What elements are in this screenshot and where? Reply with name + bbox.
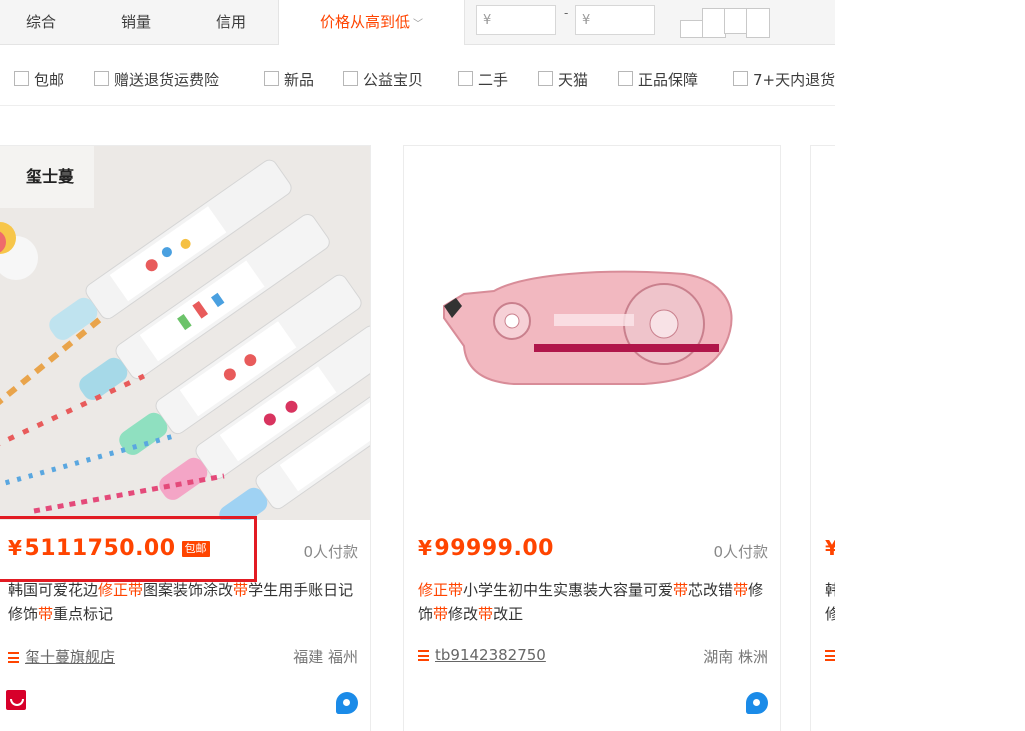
checkbox-icon[interactable] — [94, 71, 109, 86]
checkbox-icon[interactable] — [264, 71, 279, 86]
product-price: ¥99999.00 — [418, 536, 554, 561]
filter-label: 天猫 — [558, 71, 589, 89]
title-text: 韩 — [825, 581, 835, 599]
filter-free-shipping[interactable]: 包邮 — [14, 69, 64, 89]
view-mode-list-icon[interactable] — [702, 8, 726, 38]
title-keyword: 修正带 — [418, 581, 464, 599]
search-results-pane: 综合 销量 信用 价格从高到低 ﹀ ¥ - ¥ 包邮 赠送退货运费险 新品 公益宝… — [0, 0, 835, 731]
checkbox-icon[interactable] — [538, 71, 553, 86]
sort-tab-price-desc-label: 价格从高到低 — [319, 13, 410, 31]
wangwang-chat-icon[interactable] — [746, 692, 768, 714]
price-range-separator: - — [564, 6, 569, 20]
shop-link[interactable]: 玺十蔓旗舰店 — [25, 648, 115, 666]
sort-tab-credit[interactable]: 信用 — [190, 0, 272, 44]
price-row: ¥99999.00 0人付款 — [418, 536, 768, 566]
view-mode-icon[interactable] — [680, 6, 770, 38]
checkbox-icon[interactable] — [343, 71, 358, 86]
sort-tab-price-desc[interactable]: 价格从高到低 ﹀ — [278, 0, 465, 45]
title-keyword: 带 — [478, 605, 494, 623]
price-row: ¥5111750.00 包邮 0人付款 — [8, 536, 358, 566]
product-title[interactable]: 韩国可爱花边修正带图案装饰涂改带学生用手账日记修饰带重点标记 — [8, 578, 358, 626]
shop-location: 福建 福州 — [293, 648, 358, 666]
sort-tab-comprehensive[interactable]: 综合 — [0, 0, 82, 44]
filter-second-hand[interactable]: 二手 — [458, 69, 508, 89]
shop-link[interactable]: tb9142382750 — [435, 646, 546, 664]
product-title[interactable]: 韩修 — [825, 578, 835, 626]
filter-label: 包邮 — [34, 71, 65, 89]
shop-list-icon — [825, 650, 835, 661]
currency-symbol: ¥ — [418, 536, 433, 560]
title-keyword: 带 — [673, 581, 689, 599]
free-shipping-badge: 包邮 — [181, 541, 210, 557]
title-text: 芯改错 — [688, 581, 734, 599]
price-value: 99999.00 — [434, 536, 554, 561]
title-text: 重点标记 — [53, 605, 114, 623]
view-mode-large-icon[interactable] — [724, 8, 748, 34]
title-text: 韩国可爱花边 — [8, 581, 99, 599]
brand-logo: 玺士蔓 — [26, 167, 75, 186]
filter-label: 赠送退货运费险 — [114, 71, 220, 89]
currency-symbol: ¥ — [8, 536, 23, 560]
filter-tmall[interactable]: 天猫 — [538, 69, 588, 89]
chevron-down-icon: ﹀ — [413, 19, 423, 30]
view-mode-grid-icon[interactable] — [680, 20, 704, 38]
product-card[interactable]: ¥ 韩修 — [810, 145, 835, 731]
wangwang-chat-icon[interactable] — [336, 692, 358, 714]
checkbox-icon[interactable] — [458, 71, 473, 86]
title-text: 修 — [825, 605, 835, 623]
deal-count: 0人付款 — [303, 543, 358, 561]
filter-authentic[interactable]: 正品保障 — [618, 69, 698, 89]
product-card[interactable]: ¥99999.00 0人付款 修正带小学生初中生实惠装大容量可爱带芯改错带修饰带… — [403, 145, 781, 731]
title-keyword: 带 — [38, 605, 54, 623]
shop-row — [825, 646, 835, 668]
tmall-badge-icon[interactable] — [6, 690, 26, 710]
filter-label: 新品 — [284, 71, 315, 89]
product-price: ¥5111750.00 — [8, 536, 176, 561]
sort-bar: 综合 销量 信用 价格从高到低 ﹀ ¥ - ¥ — [0, 0, 835, 45]
product-image[interactable] — [404, 146, 780, 520]
product-image[interactable]: 玺士蔓 — [0, 146, 370, 520]
title-keyword: 带 — [733, 581, 749, 599]
deal-count: 0人付款 — [713, 543, 768, 561]
filter-new[interactable]: 新品 — [264, 69, 314, 89]
filter-7day-return[interactable]: 7+天内退货 — [733, 69, 835, 89]
title-text: 改正 — [493, 605, 524, 623]
title-keyword: 修正带 — [98, 581, 144, 599]
filter-bar: 包邮 赠送退货运费险 新品 公益宝贝 二手 天猫 正品保障 7+天内退货 — [0, 45, 835, 106]
product-price: ¥ — [825, 536, 835, 561]
title-text: 修改 — [448, 605, 479, 623]
title-text: 小学生初中生实惠装大容量可爱 — [463, 581, 674, 599]
sort-tab-sales[interactable]: 销量 — [95, 0, 177, 44]
filter-charity[interactable]: 公益宝贝 — [343, 69, 423, 89]
price-min-input[interactable]: ¥ — [476, 5, 556, 35]
price-row: ¥ — [825, 536, 835, 566]
shop-row: 玺十蔓旗舰店 福建 福州 — [8, 646, 358, 668]
product-title[interactable]: 修正带小学生初中生实惠装大容量可爱带芯改错带修饰带修改带改正 — [418, 578, 768, 626]
currency-symbol: ¥ — [825, 536, 835, 560]
filter-label: 公益宝贝 — [363, 71, 424, 89]
title-keyword: 带 — [233, 581, 249, 599]
checkbox-icon[interactable] — [733, 71, 748, 86]
filter-label: 7+天内退货 — [753, 71, 835, 89]
checkbox-icon[interactable] — [14, 71, 29, 86]
view-mode-compact-icon[interactable] — [746, 8, 770, 38]
shop-row: tb9142382750 湖南 株洲 — [418, 646, 768, 668]
filter-label: 二手 — [478, 71, 509, 89]
filter-label: 正品保障 — [638, 71, 699, 89]
title-keyword: 带 — [433, 605, 449, 623]
decorative-tape-photo: 玺士蔓 — [0, 146, 370, 520]
shop-list-icon — [418, 650, 429, 661]
product-card[interactable]: 玺士蔓 ¥5111750.00 包邮 0人付款 韩国可爱花边修正带图案装饰涂改带… — [0, 145, 371, 731]
checkbox-icon[interactable] — [618, 71, 633, 86]
correction-tape-photo — [404, 146, 780, 520]
price-value: 5111750.00 — [24, 536, 176, 561]
shop-location: 湖南 株洲 — [703, 648, 768, 666]
price-max-input[interactable]: ¥ — [575, 5, 655, 35]
title-text: 图案装饰涂改 — [143, 581, 234, 599]
filter-return-insurance[interactable]: 赠送退货运费险 — [94, 69, 219, 89]
shop-list-icon — [8, 652, 19, 663]
